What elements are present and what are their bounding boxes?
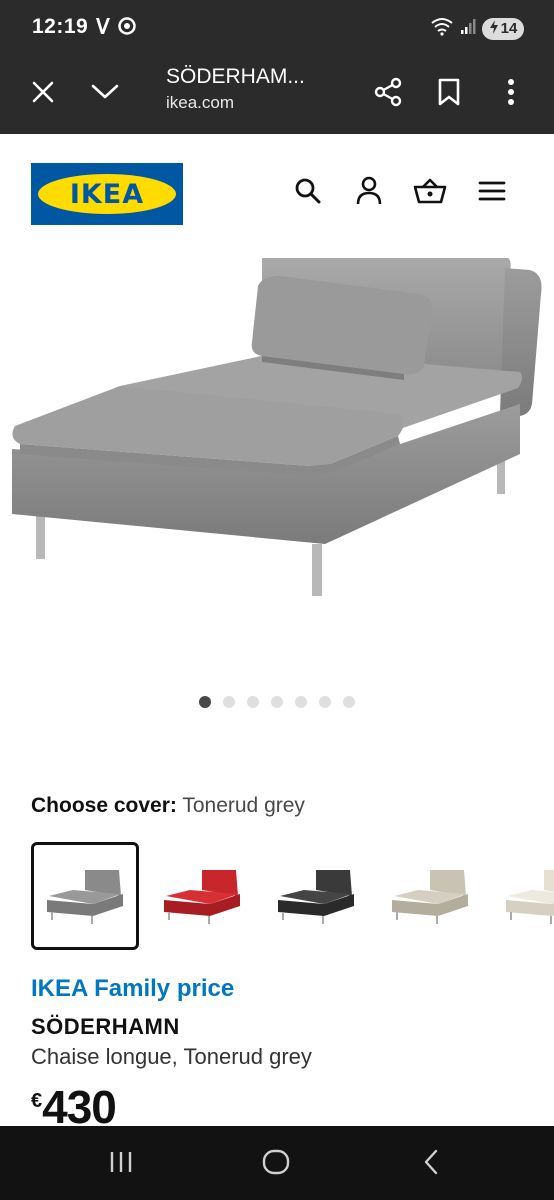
swatch-tonerud-grey[interactable] xyxy=(31,842,139,950)
url-block[interactable]: SÖDERHAM... ikea.com xyxy=(166,65,356,113)
chevron-down-icon xyxy=(91,83,119,106)
cover-swatches xyxy=(31,842,554,950)
family-price-label[interactable]: IKEA Family price xyxy=(31,975,234,1003)
battery-indicator: 14 xyxy=(482,17,524,40)
account-button[interactable] xyxy=(352,176,386,210)
battery-level: 14 xyxy=(500,20,518,37)
carousel-dot[interactable] xyxy=(199,696,211,708)
cover-value: Tonerud grey xyxy=(182,794,305,817)
ikea-logo-oval: IKEA xyxy=(38,174,176,214)
ikea-logo[interactable]: IKEA xyxy=(31,163,183,225)
menu-button[interactable] xyxy=(475,176,509,210)
status-bar: 12:19 14 xyxy=(0,0,554,56)
product-price: € 430 xyxy=(31,1084,116,1126)
recent-apps-icon xyxy=(108,1150,134,1179)
menu-icon xyxy=(478,180,506,207)
product-image[interactable] xyxy=(0,254,554,674)
status-system-icons: 14 xyxy=(430,16,524,41)
basket-icon xyxy=(413,177,447,210)
recent-apps-button[interactable] xyxy=(101,1146,141,1182)
home-icon xyxy=(262,1149,290,1180)
swatch-beige[interactable] xyxy=(376,842,484,950)
more-options-button[interactable] xyxy=(487,70,535,118)
swatch-chaise-icon xyxy=(278,870,354,924)
chrome-icon xyxy=(118,17,136,40)
price-currency: € xyxy=(31,1090,43,1112)
site-header: IKEA xyxy=(0,134,554,254)
cover-label: Choose cover: xyxy=(31,794,177,817)
swatch-chaise-icon xyxy=(47,870,123,924)
product-name: SÖDERHAMN xyxy=(31,1014,180,1039)
swatch-chaise-icon xyxy=(164,870,240,924)
home-button[interactable] xyxy=(256,1146,296,1182)
share-button[interactable] xyxy=(364,70,412,118)
swatch-light-beige[interactable] xyxy=(490,842,554,950)
carousel-dot[interactable] xyxy=(319,696,331,708)
carousel-dot[interactable] xyxy=(271,696,283,708)
carousel-dot[interactable] xyxy=(223,696,235,708)
product-description: Chaise longue, Tonerud grey xyxy=(31,1044,312,1069)
search-icon xyxy=(294,177,322,210)
image-carousel-dots xyxy=(0,696,554,708)
close-tab-button[interactable] xyxy=(19,70,67,118)
status-time: 12:19 xyxy=(32,15,89,38)
carousel-dot[interactable] xyxy=(295,696,307,708)
swatch-red[interactable] xyxy=(148,842,256,950)
swatch-chaise-icon xyxy=(392,870,468,924)
minimize-tab-button[interactable] xyxy=(81,70,129,118)
close-icon xyxy=(31,80,55,109)
basket-button[interactable] xyxy=(413,176,447,210)
status-notification-icons xyxy=(94,16,136,41)
carousel-dot[interactable] xyxy=(247,696,259,708)
share-icon xyxy=(373,77,403,112)
page-domain: ikea.com xyxy=(166,93,235,112)
ikea-logo-text: IKEA xyxy=(69,178,145,210)
bookmark-button[interactable] xyxy=(425,70,473,118)
chaise-longue-illustration xyxy=(12,258,542,596)
back-button[interactable] xyxy=(411,1146,451,1182)
wifi-icon xyxy=(430,16,454,41)
price-amount: 430 xyxy=(42,1084,116,1126)
browser-toolbar: SÖDERHAM... ikea.com xyxy=(0,56,554,134)
swatch-dark-grey[interactable] xyxy=(262,842,370,950)
bookmark-icon xyxy=(437,78,461,111)
signal-icon xyxy=(460,17,476,40)
vodafone-icon xyxy=(94,16,112,41)
more-vert-icon xyxy=(507,78,515,111)
page-title: SÖDERHAM... xyxy=(166,65,305,88)
user-icon xyxy=(355,176,383,211)
swatch-chaise-icon xyxy=(506,870,554,924)
search-button[interactable] xyxy=(291,176,325,210)
carousel-dot[interactable] xyxy=(343,696,355,708)
cover-label-row: Choose cover: Tonerud grey xyxy=(31,794,305,818)
charging-bolt-icon xyxy=(489,19,499,38)
system-nav-bar xyxy=(0,1126,554,1200)
back-icon xyxy=(422,1149,440,1180)
